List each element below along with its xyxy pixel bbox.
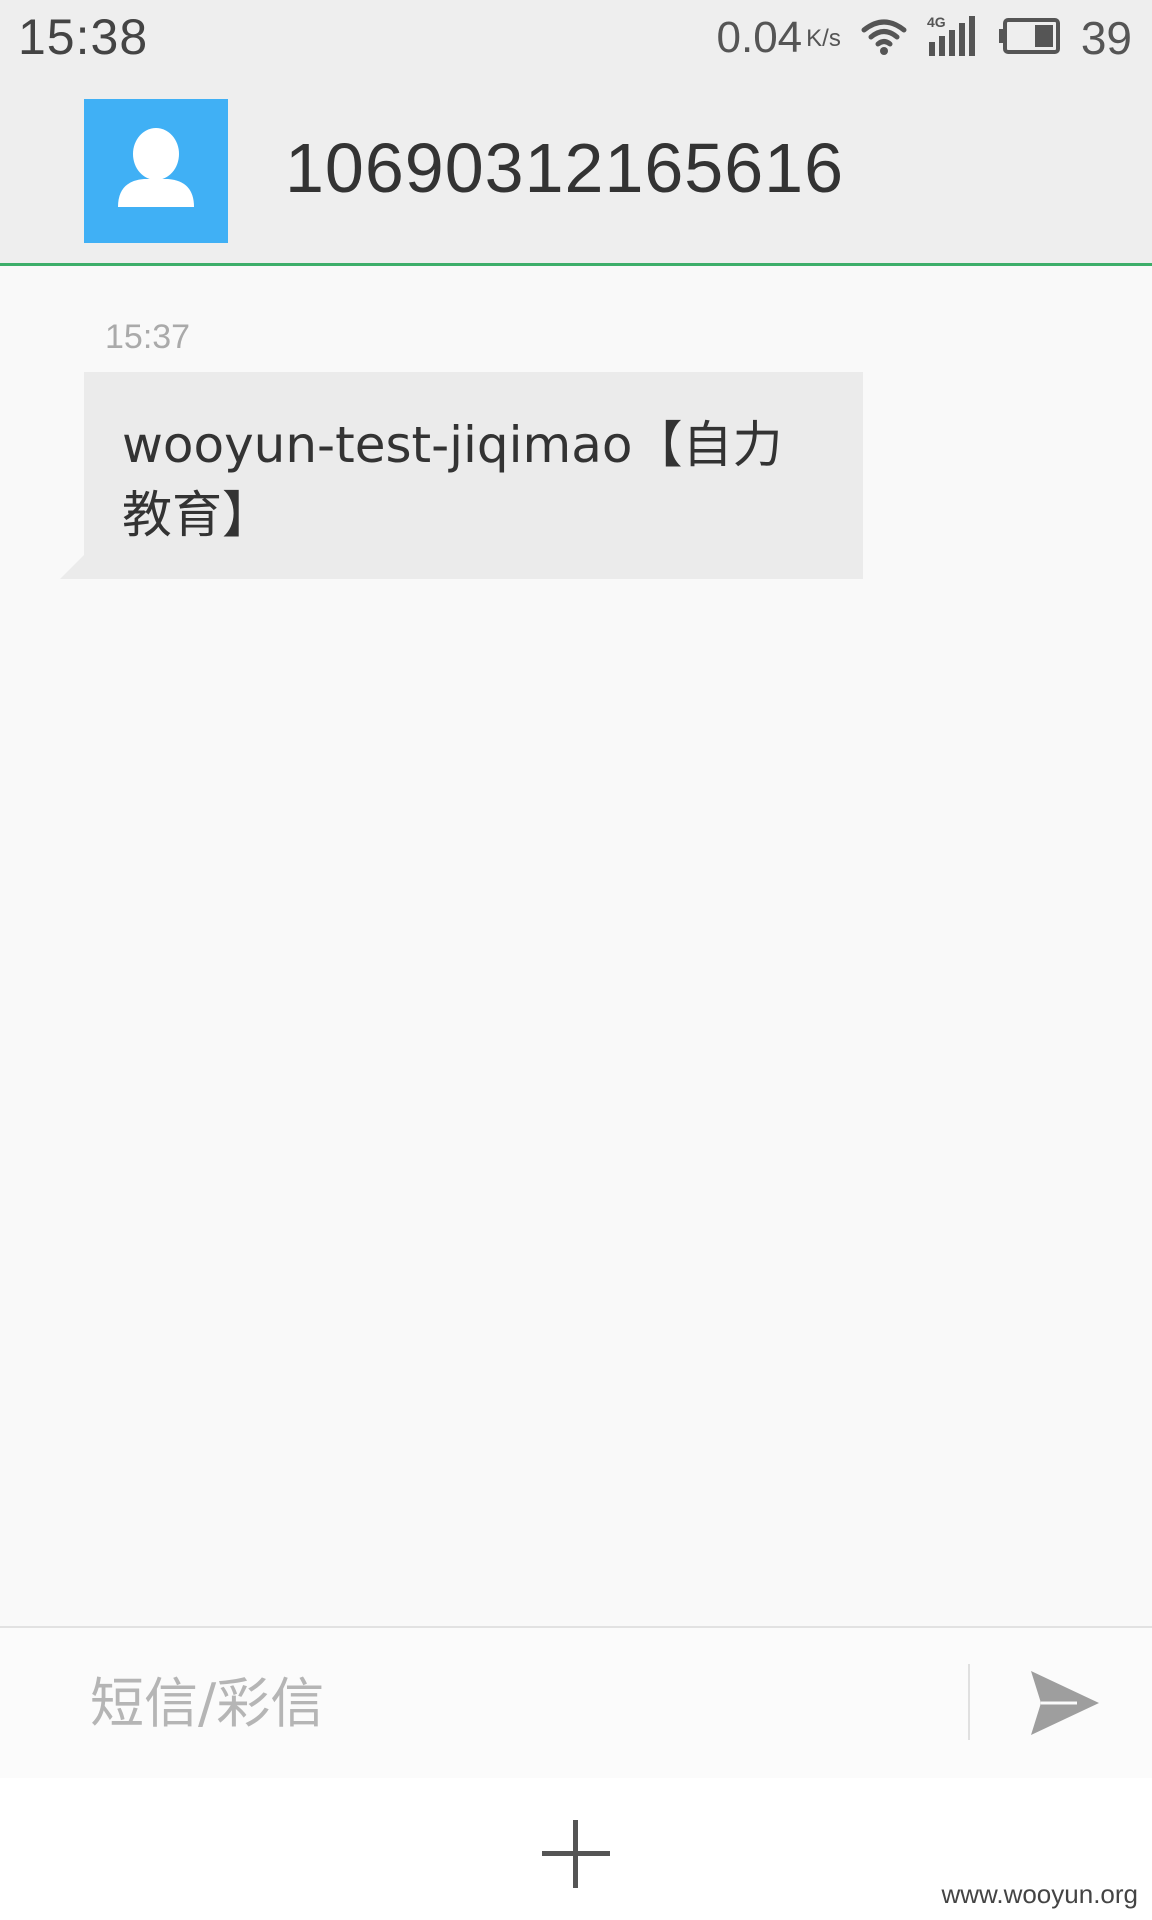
plus-icon [542,1820,610,1888]
battery-level: 39 [1080,12,1132,64]
network-speed-unit: K/s [806,24,841,52]
contact-number[interactable]: 10690312165616 [285,128,844,208]
composer-divider [968,1664,970,1740]
status-bar: 15:38 0.04 K/s 4G 39 [0,0,1152,78]
network-speed-value: 0.04 [716,13,803,62]
bubble-tail [60,553,86,579]
signal-4g-icon: 4G [927,14,979,62]
contact-avatar[interactable] [84,99,228,243]
bottom-bar: www.wooyun.org [0,1778,1152,1920]
watermark: www.wooyun.org [941,1879,1138,1909]
send-button[interactable] [1010,1658,1120,1748]
message-input[interactable] [88,1650,942,1756]
send-icon [1031,1671,1099,1735]
message-text: wooyun-test-jiqimao【自力教育】 [122,416,783,544]
composer [0,1626,1152,1780]
message-timestamp: 15:37 [105,318,191,356]
person-icon [118,128,194,207]
svg-text:4G: 4G [927,14,946,30]
status-time: 15:38 [18,9,149,65]
battery-icon [998,17,1061,59]
conversation-header: 10690312165616 [0,78,1152,266]
wifi-icon [861,16,907,60]
network-speed: 0.04 K/s [717,13,841,63]
message-bubble[interactable]: wooyun-test-jiqimao【自力教育】 [84,372,863,579]
add-attachment-button[interactable] [536,1814,616,1894]
status-indicators: 0.04 K/s 4G 39 [717,10,1133,66]
